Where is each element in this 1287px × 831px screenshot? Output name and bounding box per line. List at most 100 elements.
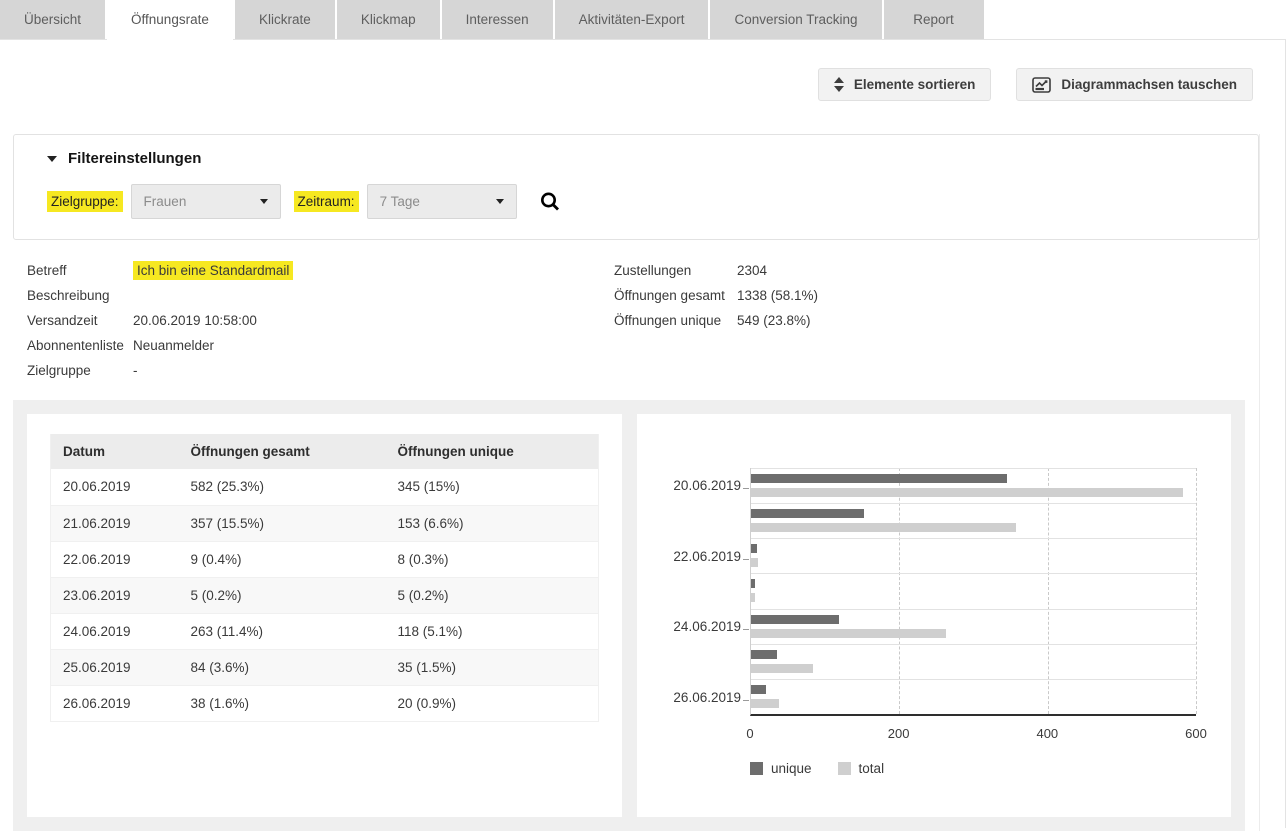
table-cell: 9 (0.4%): [179, 541, 386, 577]
info-left-column: BetreffIch bin eine Standardmail Beschrei…: [27, 258, 293, 383]
openings-table-card: DatumÖffnungen gesamtÖffnungen unique 20…: [27, 414, 622, 817]
info-row: Versandzeit20.06.2019 10:58:00: [27, 308, 293, 333]
table-cell: 21.06.2019: [51, 505, 179, 541]
bar-total-22.06.2019: [751, 558, 758, 567]
info-value: 1338 (58.1%): [737, 288, 818, 303]
info-row: Öffnungen gesamt1338 (58.1%): [614, 283, 818, 308]
table-cell: 20.06.2019: [51, 469, 179, 505]
tab-öffnungsrate[interactable]: Öffnungsrate: [107, 0, 233, 39]
x-axis-label: 400: [1036, 726, 1058, 741]
table-column-header: Öffnungen gesamt: [179, 434, 386, 469]
sort-arrows-icon: [834, 77, 844, 92]
info-label: Abonnentenliste: [27, 338, 133, 353]
bar-unique-22.06.2019: [751, 544, 757, 553]
info-row: AbonnentenlisteNeuanmelder: [27, 333, 293, 358]
table-row: 20.06.2019582 (25.3%)345 (15%): [51, 469, 599, 505]
table-cell: 8 (0.3%): [386, 541, 599, 577]
tab-bar: ÜbersichtÖffnungsrateKlickrateKlickmapIn…: [0, 0, 1287, 39]
table-cell: 153 (6.6%): [386, 505, 599, 541]
swap-chart-axes-label: Diagrammachsen tauschen: [1061, 77, 1237, 92]
zielgruppe-label: Zielgruppe:: [47, 191, 123, 212]
table-cell: 84 (3.6%): [179, 649, 386, 685]
zielgruppe-select[interactable]: Frauen: [131, 184, 281, 219]
bar-unique-24.06.2019: [751, 615, 839, 624]
bar-group-25.06.2019: [751, 644, 1196, 679]
table-row: 22.06.20199 (0.4%)8 (0.3%): [51, 541, 599, 577]
table-row: 24.06.2019263 (11.4%)118 (5.1%): [51, 613, 599, 649]
bar-unique-21.06.2019: [751, 509, 864, 518]
table-header-row: DatumÖffnungen gesamtÖffnungen unique: [51, 434, 599, 469]
info-value: 2304: [737, 263, 767, 278]
info-value: 549 (23.8%): [737, 313, 811, 328]
collapse-caret-icon[interactable]: [47, 156, 57, 162]
y-axis-label: 26.06.2019: [637, 690, 741, 705]
chart-legend: uniquetotal: [750, 761, 884, 776]
search-button[interactable]: [539, 191, 561, 213]
bar-group-24.06.2019: [751, 609, 1196, 644]
bar-total-21.06.2019: [751, 523, 1016, 532]
tab-klickmap[interactable]: Klickmap: [337, 0, 440, 39]
info-label: Betreff: [27, 263, 133, 278]
table-cell: 5 (0.2%): [386, 577, 599, 613]
tab-report[interactable]: Report: [884, 0, 984, 39]
table-cell: 263 (11.4%): [179, 613, 386, 649]
info-row: Zielgruppe-: [27, 358, 293, 383]
info-row: Zustellungen2304: [614, 258, 818, 283]
y-axis-label: 24.06.2019: [637, 619, 741, 634]
info-label: Zielgruppe: [27, 363, 133, 378]
legend-item-total: total: [838, 761, 885, 776]
info-value: -: [133, 363, 138, 378]
vertical-gridline: [1196, 468, 1197, 714]
tab-aktivitäten-export[interactable]: Aktivitäten-Export: [555, 0, 709, 39]
tab-interessen[interactable]: Interessen: [442, 0, 553, 39]
swap-chart-axes-button[interactable]: Diagrammachsen tauschen: [1016, 68, 1253, 101]
info-value: Neuanmelder: [133, 338, 214, 353]
report-wrapper: Filtereinstellungen Zielgruppe: Frauen Z…: [13, 134, 1260, 831]
tab-conversion-tracking[interactable]: Conversion Tracking: [710, 0, 881, 39]
table-row: 21.06.2019357 (15.5%)153 (6.6%): [51, 505, 599, 541]
table-row: 25.06.201984 (3.6%)35 (1.5%): [51, 649, 599, 685]
bar-group-22.06.2019: [751, 538, 1196, 573]
filter-settings-title: Filtereinstellungen: [68, 150, 201, 167]
table-cell: 26.06.2019: [51, 685, 179, 721]
sort-elements-label: Elemente sortieren: [854, 77, 976, 92]
mailing-info-section: BetreffIch bin eine Standardmail Beschrei…: [13, 258, 1259, 393]
table-cell: 118 (5.1%): [386, 613, 599, 649]
zeitraum-selected-value: 7 Tage: [380, 194, 420, 209]
zeitraum-label: Zeitraum:: [294, 191, 359, 212]
table-cell: 22.06.2019: [51, 541, 179, 577]
filter-settings-header[interactable]: Filtereinstellungen: [28, 150, 1244, 167]
filter-settings-box: Filtereinstellungen Zielgruppe: Frauen Z…: [13, 134, 1259, 240]
results-panel: DatumÖffnungen gesamtÖffnungen unique 20…: [13, 400, 1245, 831]
info-label: Öffnungen unique: [614, 313, 737, 328]
bar-group-26.06.2019: [751, 679, 1196, 714]
table-row: 23.06.20195 (0.2%)5 (0.2%): [51, 577, 599, 613]
info-right-column: Zustellungen2304Öffnungen gesamt1338 (58…: [614, 258, 818, 333]
table-row: 26.06.201938 (1.6%)20 (0.9%): [51, 685, 599, 721]
y-axis-tick: [743, 629, 749, 630]
filter-controls: Zielgruppe: Frauen Zeitraum: 7 Tage: [28, 184, 1244, 219]
tab-übersicht[interactable]: Übersicht: [0, 0, 105, 39]
legend-swatch-total: [838, 762, 851, 775]
bar-unique-20.06.2019: [751, 474, 1007, 483]
zeitraum-select[interactable]: 7 Tage: [367, 184, 517, 219]
bar-total-20.06.2019: [751, 488, 1183, 497]
tab-klickrate[interactable]: Klickrate: [235, 0, 335, 39]
info-label: Zustellungen: [614, 263, 737, 278]
chevron-down-icon: [260, 199, 268, 204]
table-cell: 20 (0.9%): [386, 685, 599, 721]
table-cell: 582 (25.3%): [179, 469, 386, 505]
table-cell: 345 (15%): [386, 469, 599, 505]
bar-unique-23.06.2019: [751, 579, 755, 588]
openings-chart-card: uniquetotal 20.06.201922.06.201924.06.20…: [637, 414, 1231, 817]
bar-group-21.06.2019: [751, 503, 1196, 538]
bar-total-26.06.2019: [751, 699, 779, 708]
table-body: 20.06.2019582 (25.3%)345 (15%)21.06.2019…: [51, 469, 599, 721]
info-row: BetreffIch bin eine Standardmail: [27, 258, 293, 283]
sort-elements-button[interactable]: Elemente sortieren: [818, 68, 992, 101]
bar-total-23.06.2019: [751, 593, 755, 602]
table-cell: 357 (15.5%): [179, 505, 386, 541]
table-cell: 24.06.2019: [51, 613, 179, 649]
table-cell: 35 (1.5%): [386, 649, 599, 685]
info-label: Beschreibung: [27, 288, 133, 303]
